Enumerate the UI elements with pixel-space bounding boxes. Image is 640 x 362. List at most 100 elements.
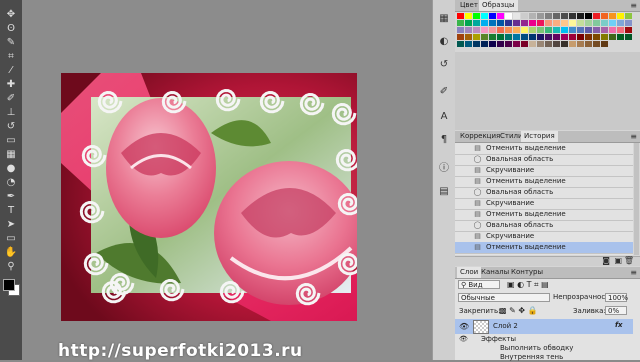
color-swatch[interactable] [601, 13, 608, 19]
color-swatch[interactable] [457, 34, 464, 40]
color-swatch[interactable] [593, 34, 600, 40]
color-swatch[interactable] [521, 13, 528, 19]
color-swatch[interactable] [577, 20, 584, 26]
fill-input[interactable]: 0% [605, 306, 627, 315]
color-swatch[interactable] [569, 13, 576, 19]
crop-tool-icon[interactable]: ⌗ [4, 50, 18, 62]
fx-badge[interactable]: fx [615, 321, 623, 329]
color-swatch[interactable] [569, 27, 576, 33]
color-swatch[interactable] [537, 13, 544, 19]
hand-tool-icon[interactable]: ✋ [4, 246, 18, 258]
color-swatch[interactable] [601, 27, 608, 33]
visibility-eye-icon[interactable]: 👁 [459, 322, 469, 331]
color-swatch[interactable] [465, 41, 472, 47]
dodge-tool-icon[interactable]: ◔ [4, 176, 18, 188]
layer-row-layer2[interactable]: 👁 Слой 2 fx [455, 319, 633, 334]
color-swatch[interactable] [489, 41, 496, 47]
lasso-tool-icon[interactable]: ʘ [4, 22, 18, 34]
color-swatch[interactable] [545, 20, 552, 26]
color-swatch[interactable] [473, 13, 480, 19]
color-swatch[interactable] [497, 34, 504, 40]
color-swatch[interactable] [513, 13, 520, 19]
color-swatch[interactable] [537, 34, 544, 40]
color-swatch[interactable] [489, 13, 496, 19]
color-swatch[interactable] [585, 41, 592, 47]
color-swatch[interactable] [481, 20, 488, 26]
brush-tool-icon[interactable]: ✐ [4, 92, 18, 104]
color-swatch[interactable] [545, 41, 552, 47]
color-swatch[interactable] [601, 41, 608, 47]
color-swatch[interactable] [465, 20, 472, 26]
color-swatch[interactable] [625, 27, 632, 33]
panel-menu-icon[interactable]: ≡ [630, 267, 637, 278]
color-swatch[interactable] [513, 41, 520, 47]
gradient-tool-icon[interactable]: ▦ [4, 148, 18, 160]
color-swatch[interactable] [561, 20, 568, 26]
color-swatch[interactable] [505, 27, 512, 33]
new-snapshot-icon[interactable]: ◙ [602, 256, 610, 265]
color-swatch[interactable] [593, 27, 600, 33]
tab-color[interactable]: Цвет [457, 0, 481, 11]
color-swatch[interactable] [609, 34, 616, 40]
color-swatch[interactable] [521, 20, 528, 26]
color-swatch[interactable] [497, 27, 504, 33]
history-brush-tool-icon[interactable]: ↺ [4, 120, 18, 132]
color-swatch[interactable] [497, 41, 504, 47]
adjustments-dock-icon[interactable]: ◐ [437, 35, 451, 47]
color-swatch[interactable] [473, 27, 480, 33]
color-swatch[interactable] [577, 41, 584, 47]
clone-stamp-tool-icon[interactable]: ⊥ [4, 106, 18, 118]
color-swatch[interactable] [577, 27, 584, 33]
zoom-tool-icon[interactable]: ⚲ [4, 260, 18, 272]
tab-paths[interactable]: Контуры [508, 267, 546, 278]
color-swatch[interactable] [585, 34, 592, 40]
history-dock-icon[interactable]: ↺ [437, 58, 451, 70]
color-swatch[interactable] [481, 13, 488, 19]
color-swatch[interactable] [529, 27, 536, 33]
eyedropper-tool-icon[interactable]: ⁄ [4, 64, 18, 76]
history-scrollbar[interactable] [634, 143, 639, 255]
opacity-input[interactable]: 100% [605, 293, 628, 302]
color-swatch[interactable] [457, 13, 464, 19]
color-swatch[interactable] [609, 13, 616, 19]
color-swatch[interactable] [465, 13, 472, 19]
layers-dock-icon[interactable]: ▤ [437, 185, 451, 197]
lock-icons[interactable]: ▩ ✎ ✥ 🔒 [499, 306, 538, 315]
character-dock-icon[interactable]: A [437, 110, 451, 122]
color-swatch[interactable] [473, 41, 480, 47]
color-swatch[interactable] [465, 34, 472, 40]
color-swatch[interactable] [497, 13, 504, 19]
color-swatch[interactable] [457, 20, 464, 26]
color-swatch[interactable] [561, 41, 568, 47]
color-swatch[interactable] [529, 13, 536, 19]
color-swatch[interactable] [545, 34, 552, 40]
color-swatch[interactable] [537, 20, 544, 26]
visibility-eye-icon[interactable]: 👁 [459, 335, 468, 343]
eraser-tool-icon[interactable]: ▭ [4, 134, 18, 146]
color-swatch[interactable] [617, 13, 624, 19]
blend-mode-select[interactable]: Обычные [458, 293, 550, 302]
color-swatch[interactable] [465, 27, 472, 33]
panel-menu-icon[interactable]: ≡ [630, 0, 637, 11]
color-swatch[interactable] [609, 20, 616, 26]
tab-swatches[interactable]: Образцы [479, 0, 518, 11]
color-swatch[interactable] [553, 27, 560, 33]
path-select-tool-icon[interactable]: ➤ [4, 218, 18, 230]
color-swatch[interactable] [577, 13, 584, 19]
brush-dock-icon[interactable]: ✐ [437, 85, 451, 97]
color-swatch[interactable] [505, 20, 512, 26]
layer-filter-select[interactable]: ⚲ Вид [458, 280, 500, 289]
history-item[interactable]: ▤ Отменить выделение [455, 242, 633, 254]
color-swatch[interactable] [625, 13, 632, 19]
color-swatch[interactable] [457, 27, 464, 33]
color-swatch[interactable] [521, 27, 528, 33]
color-swatch[interactable] [577, 34, 584, 40]
color-swatch[interactable] [513, 27, 520, 33]
color-swatch[interactable] [569, 20, 576, 26]
color-swatch[interactable] [489, 20, 496, 26]
color-swatch[interactable] [553, 41, 560, 47]
shape-tool-icon[interactable]: ▭ [4, 232, 18, 244]
color-swatch[interactable] [601, 20, 608, 26]
panel-menu-icon[interactable]: ≡ [630, 131, 637, 142]
color-swatch[interactable] [609, 27, 616, 33]
